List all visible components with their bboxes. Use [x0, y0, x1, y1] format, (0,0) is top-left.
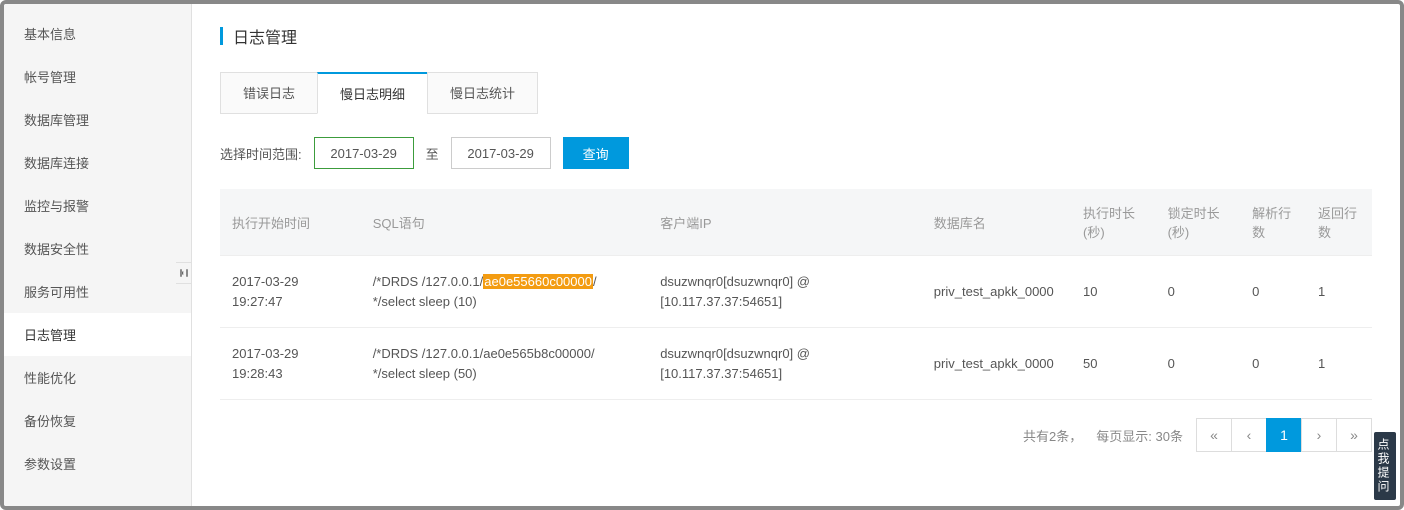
collapse-icon	[178, 267, 190, 279]
tab-error-log[interactable]: 错误日志	[220, 72, 318, 114]
sidebar-collapse-handle[interactable]	[176, 262, 192, 284]
to-label: 至	[426, 144, 439, 163]
tab-slow-log-stats[interactable]: 慢日志统计	[427, 72, 538, 114]
cell-sql: /*DRDS /127.0.0.1/ae0e55660c00000/ */sel…	[361, 256, 649, 328]
page-size-label: 每页显示: 30条	[1096, 426, 1183, 445]
cell-ret: 1	[1306, 328, 1372, 400]
page-1[interactable]: 1	[1266, 418, 1302, 452]
accent-bar	[220, 27, 223, 45]
col-return-rows: 返回行数	[1306, 189, 1372, 256]
sidebar-item-performance[interactable]: 性能优化	[4, 356, 191, 399]
filter-bar: 选择时间范围: 至 查询	[220, 137, 1372, 169]
page-first[interactable]: «	[1196, 418, 1232, 452]
col-db-name: 数据库名	[922, 189, 1071, 256]
sidebar-item-data-security[interactable]: 数据安全性	[4, 227, 191, 270]
query-button[interactable]: 查询	[563, 137, 629, 169]
col-sql: SQL语句	[361, 189, 649, 256]
cell-client: dsuzwnqr0[dsuzwnqr0] @ [10.117.37.37:546…	[648, 328, 922, 400]
cell-exec: 10	[1071, 256, 1156, 328]
page-last[interactable]: »	[1336, 418, 1372, 452]
sidebar: 基本信息 帐号管理 数据库管理 数据库连接 监控与报警 数据安全性 服务可用性 …	[4, 4, 192, 506]
col-exec-time: 执行时长(秒)	[1071, 189, 1156, 256]
sidebar-item-account[interactable]: 帐号管理	[4, 55, 191, 98]
sidebar-item-monitor-alarm[interactable]: 监控与报警	[4, 184, 191, 227]
col-parse-rows: 解析行数	[1240, 189, 1306, 256]
cell-client: dsuzwnqr0[dsuzwnqr0] @ [10.117.37.37:546…	[648, 256, 922, 328]
sidebar-item-backup[interactable]: 备份恢复	[4, 399, 191, 442]
page-next[interactable]: ›	[1301, 418, 1337, 452]
cell-parse: 0	[1240, 328, 1306, 400]
col-lock-time: 锁定时长(秒)	[1156, 189, 1241, 256]
date-to-input[interactable]	[451, 137, 551, 169]
page-prev[interactable]: ‹	[1231, 418, 1267, 452]
date-from-input[interactable]	[314, 137, 414, 169]
cell-db: priv_test_apkk_0000	[922, 328, 1071, 400]
feedback-button[interactable]: 点我提问	[1374, 432, 1396, 500]
col-start-time: 执行开始时间	[220, 189, 361, 256]
page-title: 日志管理	[233, 24, 297, 48]
sidebar-item-availability[interactable]: 服务可用性	[4, 270, 191, 313]
sidebar-item-basic-info[interactable]: 基本信息	[4, 12, 191, 55]
range-label: 选择时间范围:	[220, 144, 302, 163]
cell-lock: 0	[1156, 256, 1241, 328]
total-count: 共有2条，	[1023, 426, 1082, 445]
cell-exec: 50	[1071, 328, 1156, 400]
table-footer: 共有2条， 每页显示: 30条 « ‹ 1 › »	[220, 400, 1372, 470]
pagination: « ‹ 1 › »	[1197, 418, 1372, 452]
sidebar-item-log-management[interactable]: 日志管理	[4, 313, 191, 356]
table-row: 2017-03-29 19:28:43 /*DRDS /127.0.0.1/ae…	[220, 328, 1372, 400]
sidebar-item-params[interactable]: 参数设置	[4, 442, 191, 485]
col-client-ip: 客户端IP	[648, 189, 922, 256]
cell-start: 2017-03-29 19:27:47	[220, 256, 361, 328]
highlight-text: ae0e55660c00000	[483, 274, 593, 289]
cell-lock: 0	[1156, 328, 1241, 400]
sidebar-item-database[interactable]: 数据库管理	[4, 98, 191, 141]
cell-sql: /*DRDS /127.0.0.1/ae0e565b8c00000/ */sel…	[361, 328, 649, 400]
cell-start: 2017-03-29 19:28:43	[220, 328, 361, 400]
tabs: 错误日志 慢日志明细 慢日志统计	[220, 72, 1372, 115]
page-title-wrap: 日志管理	[220, 24, 1372, 48]
cell-parse: 0	[1240, 256, 1306, 328]
log-table: 执行开始时间 SQL语句 客户端IP 数据库名 执行时长(秒) 锁定时长(秒) …	[220, 189, 1372, 400]
cell-db: priv_test_apkk_0000	[922, 256, 1071, 328]
tab-slow-log-detail[interactable]: 慢日志明细	[317, 72, 428, 114]
cell-ret: 1	[1306, 256, 1372, 328]
table-row: 2017-03-29 19:27:47 /*DRDS /127.0.0.1/ae…	[220, 256, 1372, 328]
sidebar-item-db-connection[interactable]: 数据库连接	[4, 141, 191, 184]
main-content: 日志管理 错误日志 慢日志明细 慢日志统计 选择时间范围: 至 查询 执行开始时…	[192, 4, 1400, 506]
